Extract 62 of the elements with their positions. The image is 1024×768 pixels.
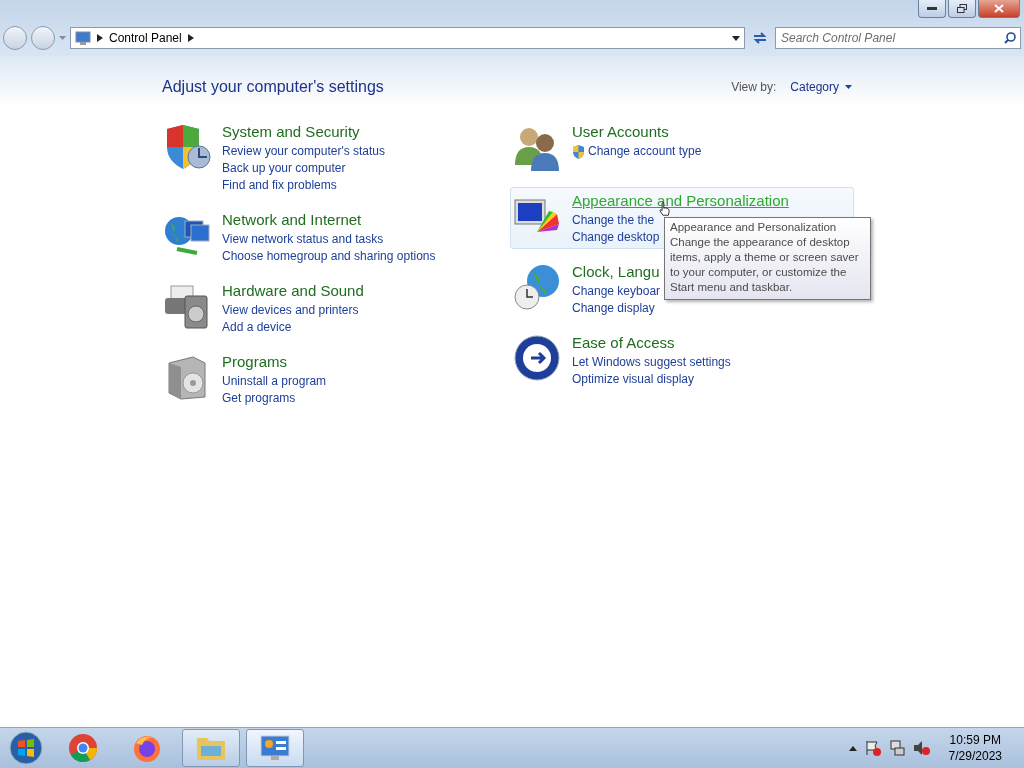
- restore-button[interactable]: [948, 0, 976, 18]
- task-link[interactable]: View devices and printers: [222, 302, 364, 319]
- tooltip-text: Change the appearance of desktop items, apply a theme or screen saver to your computer, or customize the Start menu and taskbar.: [670, 235, 860, 295]
- category-link[interactable]: Hardware and Sound: [222, 280, 364, 302]
- taskbar-app-button[interactable]: [246, 729, 304, 767]
- refresh-icon: [752, 31, 768, 45]
- dropdown-icon[interactable]: [732, 35, 740, 41]
- close-button[interactable]: [978, 0, 1020, 18]
- volume-button[interactable]: [912, 740, 931, 756]
- control-panel-icon: [259, 734, 291, 762]
- network-button[interactable]: [888, 740, 905, 756]
- task-link[interactable]: Change account type: [572, 143, 702, 160]
- task-link[interactable]: Let Windows suggest settings: [572, 354, 731, 371]
- task-link[interactable]: Review your computer's status: [222, 143, 386, 160]
- task-link[interactable]: Back up your computer: [222, 160, 386, 177]
- task-link[interactable]: Get programs: [222, 390, 327, 407]
- category-link[interactable]: Programs: [222, 351, 327, 373]
- caret-up-icon: [848, 745, 857, 751]
- restore-icon: [957, 4, 967, 13]
- chrome-icon: [68, 733, 98, 763]
- category-link[interactable]: System and Security: [222, 121, 386, 143]
- windows-logo-icon: [9, 731, 43, 765]
- task-link[interactable]: Uninstall a program: [222, 373, 327, 390]
- search-field[interactable]: Search Control Panel: [775, 27, 1021, 49]
- chevron-icon: [97, 34, 103, 42]
- network-icon: [888, 740, 905, 756]
- printer-speaker-icon: [163, 282, 211, 330]
- speaker-muted-icon: [912, 740, 931, 756]
- category-link[interactable]: Clock, Langu: [572, 261, 661, 283]
- breadcrumb[interactable]: Control Panel: [109, 31, 182, 45]
- task-link[interactable]: Change display: [572, 300, 661, 317]
- shield-icon: [572, 144, 585, 159]
- action-center-button[interactable]: [864, 740, 881, 756]
- view-by-dropdown[interactable]: Category: [790, 80, 852, 94]
- category-link[interactable]: User Accounts: [572, 121, 702, 143]
- ease-of-access-icon: [513, 334, 561, 382]
- task-link[interactable]: Add a device: [222, 319, 364, 336]
- minimize-button[interactable]: [918, 0, 946, 18]
- task-link[interactable]: Choose homegroup and sharing options: [222, 248, 436, 265]
- tooltip-title: Appearance and Personalization: [670, 220, 838, 235]
- chevron-icon: [187, 34, 194, 42]
- task-link[interactable]: View network status and tasks: [222, 231, 436, 248]
- clock-time: 10:59 PM: [949, 732, 1001, 748]
- category-link[interactable]: Ease of Access: [572, 332, 731, 354]
- taskbar-clock[interactable]: 10:59 PM 7/29/2023: [948, 732, 1002, 764]
- globe-clock-icon: [513, 263, 561, 311]
- close-icon: [994, 4, 1004, 13]
- page-heading: Adjust your computer's settings: [162, 78, 384, 96]
- caret-icon: [845, 85, 852, 89]
- clock-date: 7/29/2023: [948, 748, 1002, 764]
- address-bar[interactable]: Control Panel: [70, 27, 745, 49]
- firefox-icon: [132, 733, 162, 763]
- minimize-icon: [927, 6, 937, 11]
- flag-alert-icon: [864, 740, 881, 756]
- task-link[interactable]: Find and fix problems: [222, 177, 386, 194]
- task-link[interactable]: Change keyboar: [572, 283, 661, 300]
- task-link[interactable]: Optimize visual display: [572, 371, 731, 388]
- category-link[interactable]: Network and Internet: [222, 209, 436, 231]
- search-icon: [1004, 32, 1016, 44]
- view-by-label: View by:: [731, 80, 777, 94]
- control-panel-icon: [75, 31, 91, 45]
- show-hidden-icons-button[interactable]: [848, 745, 857, 751]
